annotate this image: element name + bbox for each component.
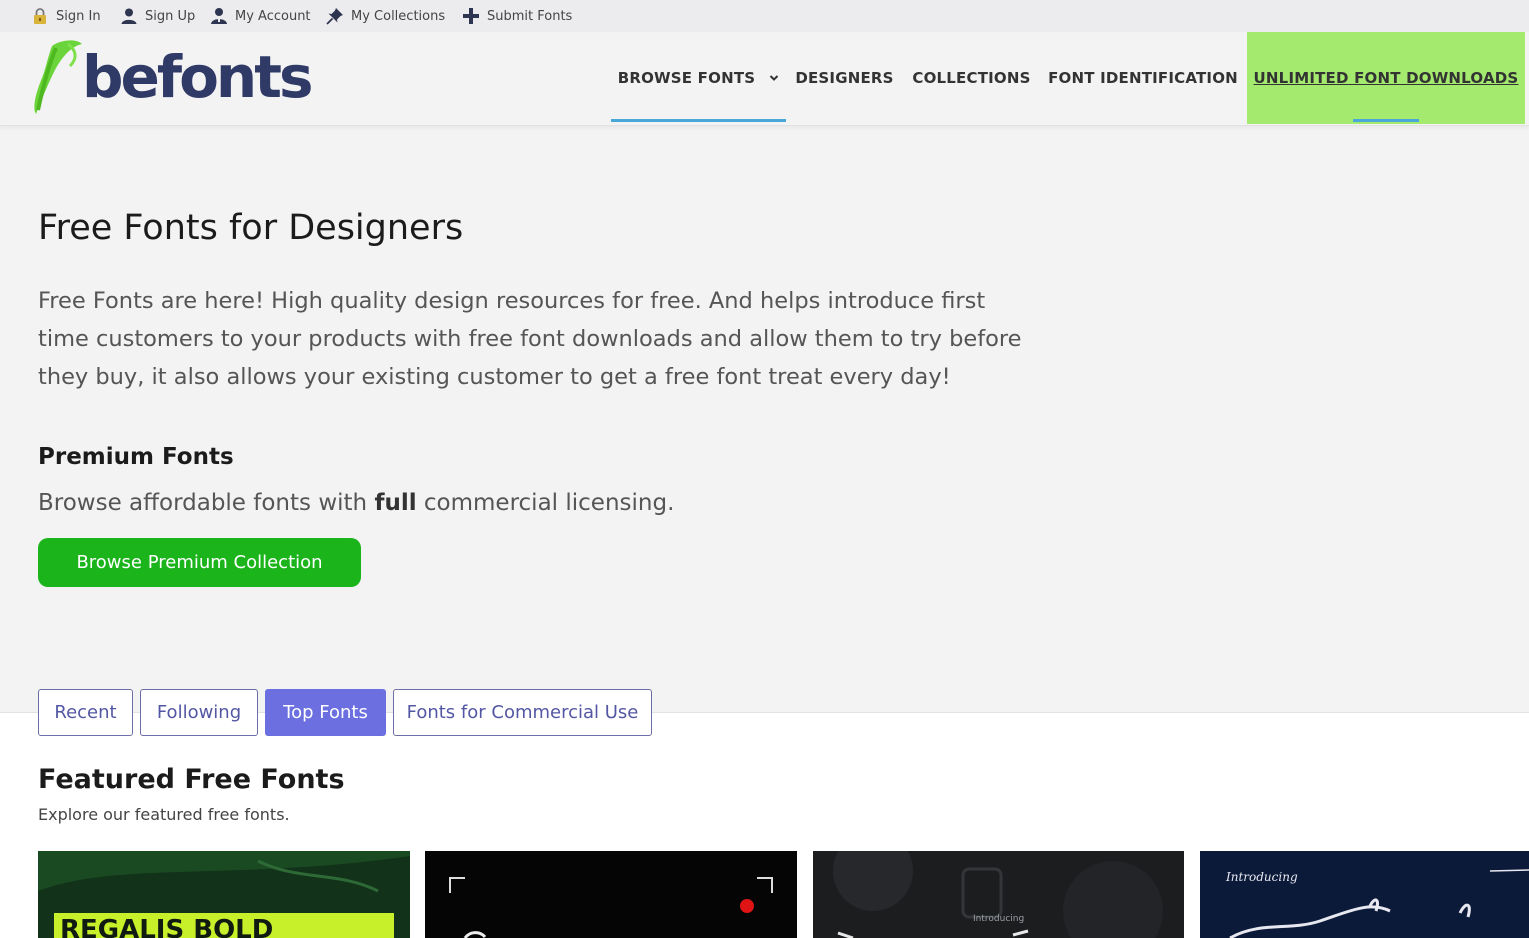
nav-active-underline — [611, 119, 786, 122]
tab-fonts-for-commercial-use[interactable]: Fonts for Commercial Use — [393, 689, 652, 736]
featured-title: Featured Free Fonts — [38, 764, 345, 795]
premium-fonts-description: Browse affordable fonts with full commer… — [38, 490, 674, 516]
lock-icon — [34, 8, 46, 24]
nav-font-identification-label: FONT IDENTIFICATION — [1048, 69, 1238, 87]
font-card-1-text: REGALIS BOLD — [60, 915, 273, 938]
my-collections-link[interactable]: My Collections — [326, 6, 445, 26]
nav-font-identification[interactable]: FONT IDENTIFICATION — [1040, 32, 1246, 124]
tab-top-fonts[interactable]: Top Fonts — [265, 689, 386, 736]
nav-designers-label: DESIGNERS — [795, 69, 894, 87]
featured-subtitle: Explore our featured free fonts. — [38, 805, 290, 824]
account-icon — [211, 8, 227, 24]
font-card-4-image: Introducing — [1200, 851, 1529, 938]
my-account-label: My Account — [235, 8, 311, 24]
chevron-down-icon — [770, 75, 779, 81]
browse-premium-button[interactable]: Browse Premium Collection — [38, 538, 361, 587]
hero-description: Free Fonts are here! High quality design… — [38, 288, 1022, 390]
plus-icon — [463, 8, 479, 24]
nav-promo-underline — [1353, 119, 1419, 122]
font-card-1[interactable]: REGALIS BOLD — [38, 851, 410, 938]
logo-text: befonts — [82, 43, 313, 111]
font-card-4-text: Introducing — [1225, 870, 1298, 884]
sign-up-link[interactable]: Sign Up — [120, 6, 195, 26]
main-header: befonts BROWSE FONTS DESIGNERS COLLECTIO… — [0, 32, 1529, 126]
premium-text-bold: full — [374, 490, 417, 516]
tab-recent[interactable]: Recent — [38, 689, 133, 736]
nav-collections[interactable]: COLLECTIONS — [903, 32, 1040, 124]
nav-collections-label: COLLECTIONS — [912, 69, 1031, 87]
premium-text-before: Browse affordable fonts with — [38, 490, 375, 516]
nav-designers[interactable]: DESIGNERS — [786, 32, 903, 124]
font-card-1-image: REGALIS BOLD — [38, 851, 410, 938]
page-title: Free Fonts for Designers — [38, 208, 464, 248]
font-card-3[interactable]: Introducing — [813, 851, 1184, 938]
nav-unlimited-font-downloads[interactable]: UNLIMITED FONT DOWNLOADS — [1247, 32, 1525, 124]
nav-browse-fonts[interactable]: BROWSE FONTS — [611, 32, 786, 124]
sign-up-label: Sign Up — [145, 8, 196, 24]
utility-bar: Sign In Sign Up My Account My Collection… — [0, 0, 1529, 32]
sign-in-link[interactable]: Sign In — [31, 6, 101, 26]
premium-text-after: commercial licensing. — [416, 490, 675, 516]
submit-fonts-label: Submit Fonts — [487, 8, 573, 24]
my-collections-label: My Collections — [351, 8, 446, 24]
tab-following[interactable]: Following — [140, 689, 258, 736]
sign-in-label: Sign In — [56, 8, 101, 24]
pin-icon — [326, 8, 343, 25]
befonts-logo[interactable]: befonts — [30, 38, 313, 118]
font-card-3-text: Introducing — [973, 914, 1024, 924]
user-icon — [121, 8, 137, 24]
font-card-4[interactable]: Introducing — [1200, 851, 1529, 938]
premium-fonts-heading: Premium Fonts — [38, 444, 234, 470]
font-card-2[interactable] — [425, 851, 797, 938]
submit-fonts-link[interactable]: Submit Fonts — [462, 6, 572, 26]
my-account-link[interactable]: My Account — [210, 6, 311, 26]
font-card-3-image: Introducing — [813, 851, 1184, 938]
nav-browse-fonts-label: BROWSE FONTS — [617, 69, 756, 87]
nav-unlimited-label: UNLIMITED FONT DOWNLOADS — [1253, 69, 1519, 87]
font-card-2-image — [425, 851, 797, 938]
